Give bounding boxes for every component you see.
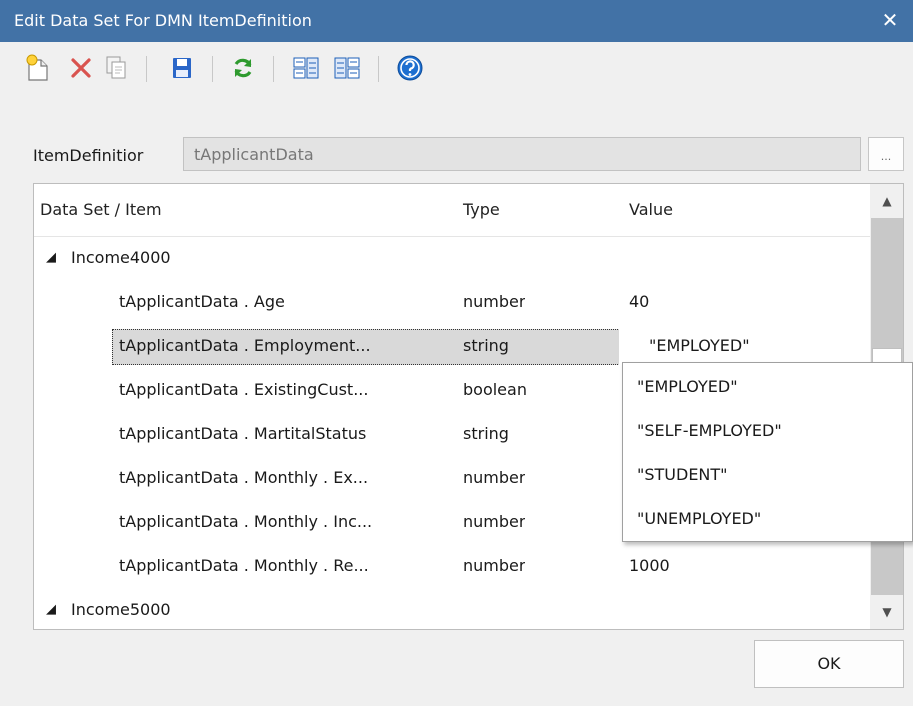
item-cell: tApplicantData . Age [119,292,285,311]
toolbar-separator [146,56,147,82]
type-cell: string [463,336,509,355]
table-row[interactable]: tApplicantData . Monthly . Re... number … [34,544,870,588]
value-cell[interactable]: 40 [629,280,649,324]
column-header-item[interactable]: Data Set / Item [40,184,162,236]
save-icon[interactable] [166,52,198,84]
toolbar-separator [212,56,213,82]
item-cell: tApplicantData . MartitalStatus [119,424,367,443]
dropdown-option[interactable]: "EMPLOYED" [637,365,738,409]
group-row-income4000[interactable]: ◢ Income4000 [34,236,870,280]
browse-button[interactable]: ... [868,137,904,171]
item-cell: tApplicantData . Monthly . Ex... [119,468,369,487]
type-cell: number [463,556,526,575]
ok-button[interactable]: OK [754,640,904,688]
item-cell: tApplicantData . ExistingCust... [119,380,369,399]
type-cell: number [463,468,526,487]
refresh-icon[interactable] [227,52,259,84]
edit-data-set-dialog: Edit Data Set For DMN ItemDefinition ✕ I… [0,0,913,706]
scroll-down-icon[interactable]: ▼ [870,595,903,629]
item-cell: tApplicantData . Monthly . Re... [119,556,369,575]
dropdown-option[interactable]: "UNEMPLOYED" [637,497,761,541]
copy-icon[interactable] [100,52,132,84]
type-cell: string [463,424,509,443]
item-cell: tApplicantData . Monthly . Inc... [119,512,373,531]
collapse-triangle-icon[interactable]: ◢ [46,236,56,280]
table-row[interactable]: tApplicantData . Age number 40 [34,280,870,324]
itemdefinition-label: ItemDefinitior [33,146,144,165]
collapse-triangle-icon[interactable]: ◢ [46,588,56,629]
delete-icon[interactable] [65,52,97,84]
type-cell: number [463,292,526,311]
title-bar: Edit Data Set For DMN ItemDefinition ✕ [0,0,913,42]
column-header-value[interactable]: Value [629,184,673,236]
dropdown-option[interactable]: "SELF-EMPLOYED" [637,409,782,453]
window-title: Edit Data Set For DMN ItemDefinition [14,11,312,30]
toolbar-separator [378,56,379,82]
type-cell: number [463,512,526,531]
value-cell[interactable]: 1000 [629,544,670,588]
import-icon[interactable] [290,52,322,84]
new-icon[interactable] [22,52,54,84]
group-name: Income5000 [71,600,171,619]
column-header-type[interactable]: Type [463,184,500,236]
type-cell: boolean [463,380,527,399]
dropdown-option[interactable]: "STUDENT" [637,453,728,497]
itemdefinition-field [183,137,861,171]
value-dropdown-list: "EMPLOYED" "SELF-EMPLOYED" "STUDENT" "UN… [622,362,913,542]
export-icon[interactable] [331,52,363,84]
scroll-up-icon[interactable]: ▲ [870,184,903,218]
help-icon[interactable] [394,52,426,84]
toolbar [0,42,913,98]
toolbar-separator [273,56,274,82]
item-cell: tApplicantData . Employment... [119,336,371,355]
group-name: Income4000 [71,248,171,267]
group-row-income5000[interactable]: ◢ Income5000 [34,588,870,629]
close-icon[interactable]: ✕ [875,6,905,34]
